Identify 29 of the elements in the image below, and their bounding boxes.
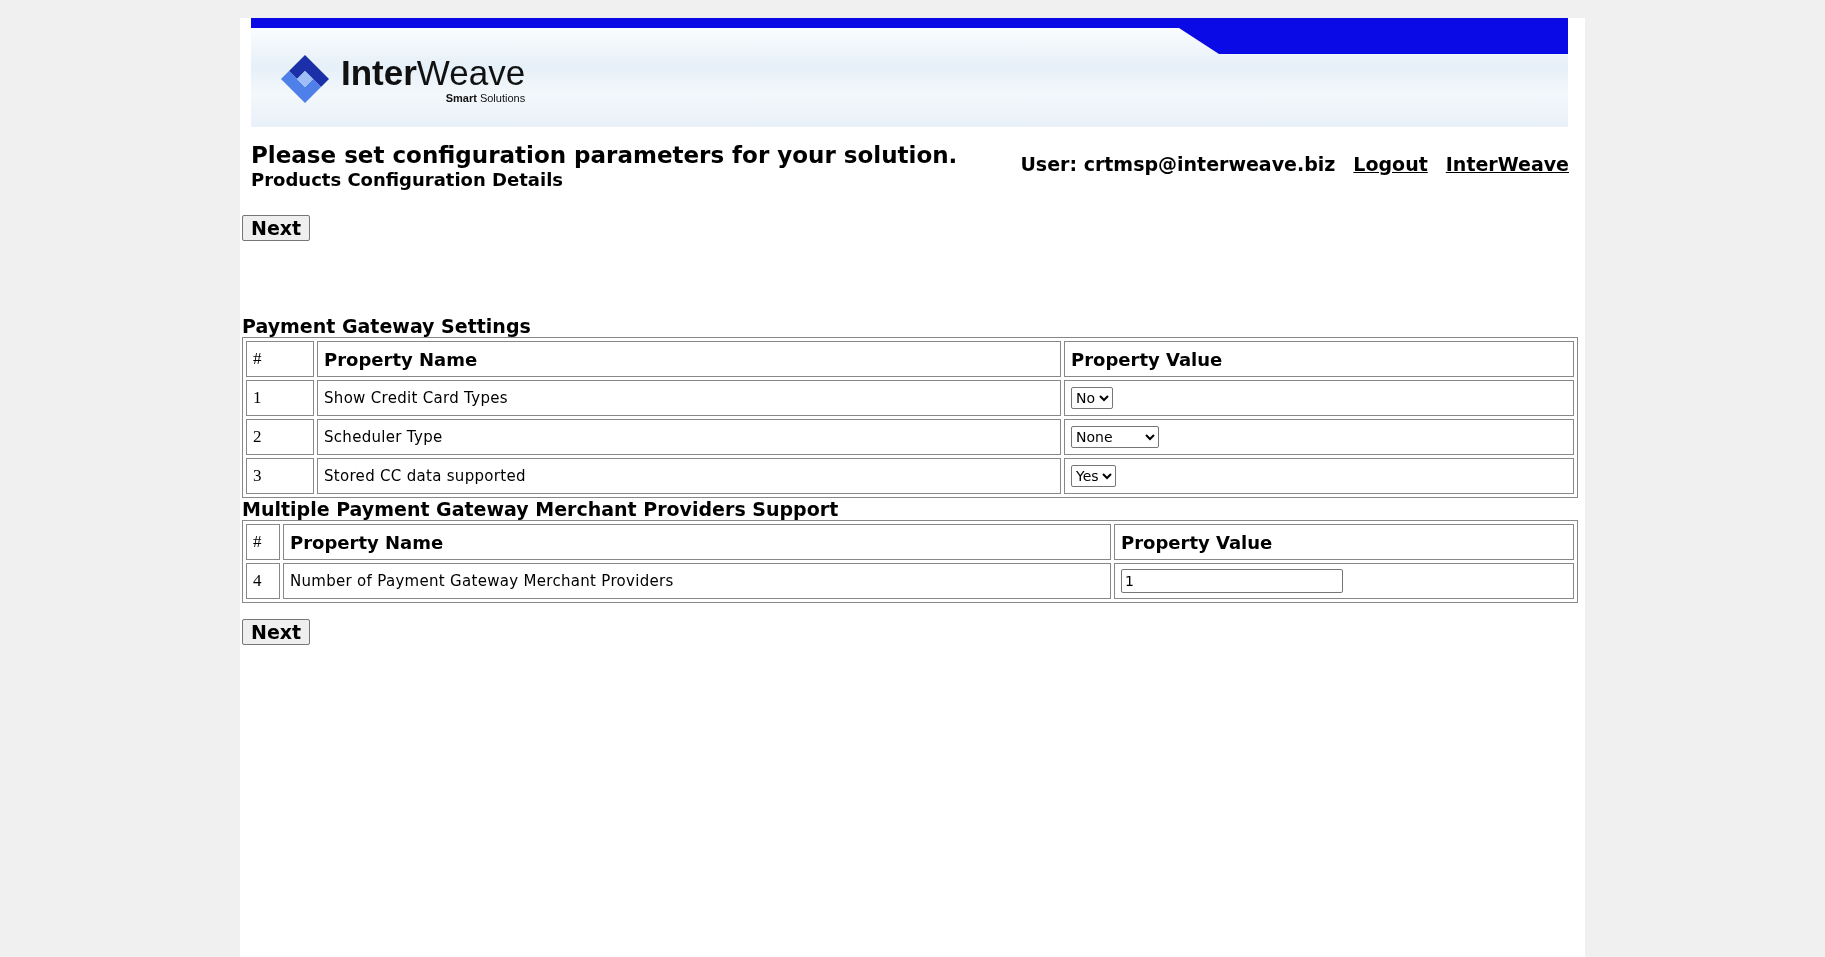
- property-name: Number of Payment Gateway Merchant Providers: [283, 563, 1111, 599]
- next-button[interactable]: Next: [242, 215, 311, 241]
- user-label: User: crtmsp@interweave.biz: [1020, 153, 1336, 175]
- section-title: Multiple Payment Gateway Merchant Providers Support: [242, 498, 840, 520]
- page-title: Please set configuration parameters for your solution.: [251, 141, 958, 169]
- column-header: Property Name: [283, 524, 1111, 560]
- property-name: Show Credit Card Types: [317, 380, 1061, 416]
- next-button[interactable]: Next: [242, 619, 311, 645]
- section-title: Payment Gateway Settings: [242, 315, 532, 337]
- header-link[interactable]: Logout: [1353, 153, 1428, 175]
- row-number: 1: [246, 380, 314, 416]
- value-dropdown[interactable]: No: [1071, 387, 1113, 409]
- value-dropdown[interactable]: Yes: [1071, 465, 1116, 487]
- value-field[interactable]: 1: [1121, 569, 1343, 593]
- logo-tagline: Smart Solutions: [445, 92, 526, 105]
- property-name: Scheduler Type: [317, 419, 1061, 455]
- logo-text: InterWeave: [341, 54, 526, 92]
- value-dropdown[interactable]: None: [1071, 426, 1159, 448]
- row-number: 2: [246, 419, 314, 455]
- column-header: Property Value: [1114, 524, 1574, 560]
- header-link[interactable]: InterWeave: [1445, 153, 1569, 175]
- page-subtitle: Products Configuration Details: [251, 169, 565, 191]
- column-header: #: [246, 341, 314, 377]
- property-name: Stored CC data supported: [317, 458, 1061, 494]
- row-number: 3: [246, 458, 314, 494]
- column-header: Property Value: [1064, 341, 1574, 377]
- column-header: #: [246, 524, 280, 560]
- row-number: 4: [246, 563, 280, 599]
- column-header: Property Name: [317, 341, 1061, 377]
